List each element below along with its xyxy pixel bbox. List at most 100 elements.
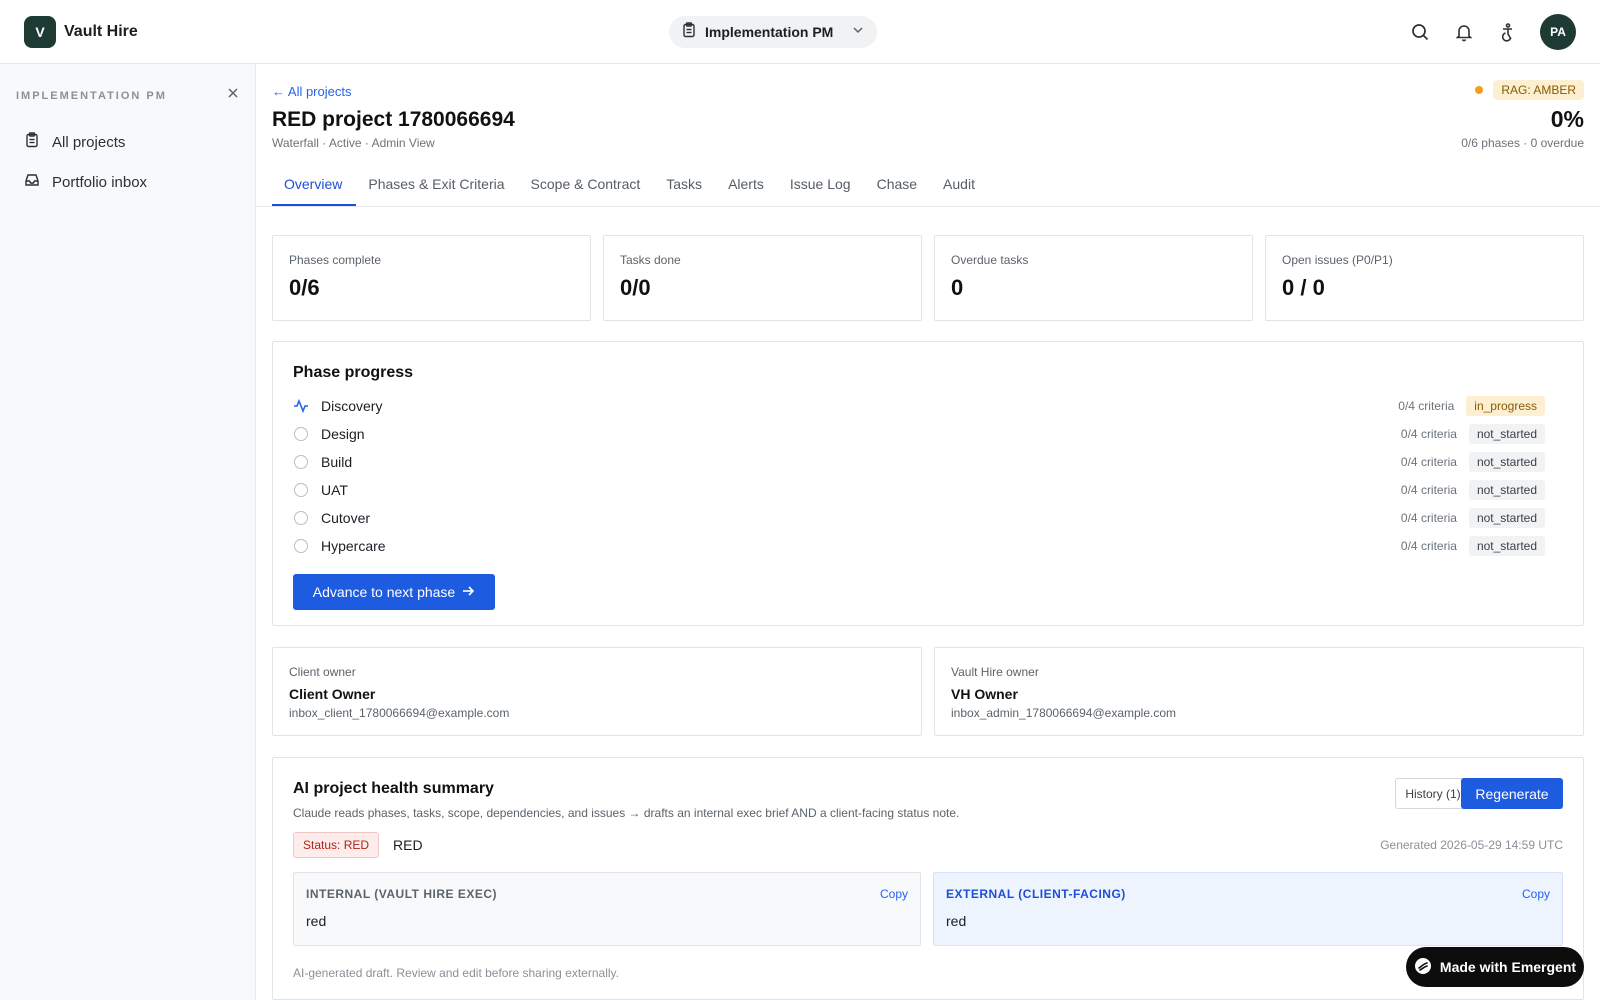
circle-icon <box>293 510 309 526</box>
avatar[interactable]: PA <box>1540 14 1576 50</box>
made-with-emergent-badge[interactable]: Made with Emergent <box>1406 947 1584 987</box>
phase-name: Design <box>321 426 365 442</box>
tab-scope-contract[interactable]: Scope & Contract <box>519 164 655 206</box>
circle-icon <box>293 482 309 498</box>
owner-email: inbox_client_1780066694@example.com <box>289 706 510 720</box>
stat-value: 0 / 0 <box>1282 275 1325 300</box>
status-badge: not_started <box>1468 480 1545 500</box>
stat-value: 0/6 <box>289 275 320 300</box>
status-badge: not_started <box>1468 536 1545 556</box>
stat-value: 0 <box>951 275 964 300</box>
phase-progress-card: Phase progress Discovery 0/4 criteria in… <box>272 341 1584 626</box>
clipboard-icon <box>681 21 697 43</box>
ai-summary-title: AI project health summary <box>293 780 494 797</box>
search-icon[interactable] <box>1408 20 1432 44</box>
stat-label: Open issues (P0/P1) <box>1282 253 1393 267</box>
internal-brief: INTERNAL (VAULT HIRE EXEC) Copy red <box>293 872 921 946</box>
brand-logo: V <box>24 16 56 48</box>
phase-row: Cutover 0/4 criteria not_started <box>293 506 1545 530</box>
accessibility-icon[interactable] <box>1496 20 1520 44</box>
status-badge: in_progress <box>1466 396 1545 416</box>
tab-overview[interactable]: Overview <box>272 164 357 206</box>
history-button[interactable]: History (1) <box>1395 778 1471 809</box>
phase-row: Hypercare 0/4 criteria not_started <box>293 534 1545 558</box>
top-bar: V Vault Hire Implementation PM PA <box>0 0 1600 64</box>
generated-timestamp: Generated 2026-05-29 14:59 UTC <box>1380 838 1563 852</box>
stat-overdue-tasks: Overdue tasks 0 <box>934 235 1253 321</box>
brand-name: Vault Hire <box>64 23 138 40</box>
progress-percent: 0% <box>1550 106 1584 132</box>
phase-criteria: 0/4 criteria <box>1400 511 1457 525</box>
phase-progress-title: Phase progress <box>293 364 414 381</box>
status-text: RED <box>393 837 423 853</box>
status-badge: not_started <box>1468 424 1545 444</box>
main-content: ← All projects RED project 1780066694 Wa… <box>256 64 1600 1000</box>
advance-button-label: Advance to next phase <box>312 584 456 600</box>
circle-icon <box>293 454 309 470</box>
phase-name: Discovery <box>321 398 383 414</box>
sidebar-title: IMPLEMENTATION PM <box>16 89 167 102</box>
tab-issue-log[interactable]: Issue Log <box>778 164 865 206</box>
tab-audit[interactable]: Audit <box>931 164 989 206</box>
arrow-right-icon <box>461 584 475 601</box>
chevron-down-icon <box>851 23 865 42</box>
stat-label: Overdue tasks <box>951 253 1029 267</box>
sidebar-item-label: All projects <box>52 133 126 151</box>
owner-name: VH Owner <box>951 686 1018 702</box>
tab-alerts[interactable]: Alerts <box>716 164 778 206</box>
activity-icon <box>293 398 309 414</box>
phase-row: Design 0/4 criteria not_started <box>293 422 1545 446</box>
vh-owner-card: Vault Hire owner VH Owner inbox_admin_17… <box>934 647 1584 736</box>
phase-name: Cutover <box>321 510 371 526</box>
close-icon[interactable] <box>226 86 240 105</box>
project-meta: Waterfall · Active · Admin View <box>272 136 435 150</box>
progress-summary: 0/6 phases · 0 overdue <box>1461 136 1584 150</box>
circle-icon <box>293 538 309 554</box>
phase-row: UAT 0/4 criteria not_started <box>293 478 1545 502</box>
rag-status: RAG: AMBER <box>1475 80 1584 100</box>
status-badge: Status: RED <box>293 832 380 858</box>
stat-label: Tasks done <box>620 253 681 267</box>
sidebar-item-label: Portfolio inbox <box>52 173 148 191</box>
stat-tasks-done: Tasks done 0/0 <box>603 235 922 321</box>
clipboard-icon <box>24 131 40 153</box>
brief-heading: EXTERNAL (CLIENT-FACING) <box>946 887 1126 901</box>
sidebar-item-all-projects[interactable]: All projects <box>16 124 240 160</box>
bell-icon[interactable] <box>1452 20 1476 44</box>
tab-phases-exit-criteria[interactable]: Phases & Exit Criteria <box>356 164 518 206</box>
phase-name: Hypercare <box>321 538 386 554</box>
advance-phase-button[interactable]: Advance to next phase <box>293 574 495 610</box>
owner-label: Client owner <box>289 665 356 679</box>
inbox-icon <box>24 172 40 193</box>
stat-open-issues: Open issues (P0/P1) 0 / 0 <box>1265 235 1584 321</box>
brief-body: red <box>306 913 327 929</box>
phase-name: Build <box>321 454 353 470</box>
rag-badge: RAG: AMBER <box>1493 80 1584 100</box>
role-label: Implementation PM <box>705 24 834 40</box>
copy-button[interactable]: Copy <box>880 887 908 901</box>
page-title: RED project 1780066694 <box>272 108 515 131</box>
sidebar-item-portfolio-inbox[interactable]: Portfolio inbox <box>16 164 240 200</box>
rag-dot <box>1475 86 1484 94</box>
tab-tasks[interactable]: Tasks <box>654 164 716 206</box>
phase-criteria: 0/4 criteria <box>1400 427 1457 441</box>
tab-chase[interactable]: Chase <box>865 164 931 206</box>
stat-label: Phases complete <box>289 253 382 267</box>
regenerate-button[interactable]: Regenerate <box>1461 778 1563 809</box>
external-brief: EXTERNAL (CLIENT-FACING) Copy red <box>933 872 1563 946</box>
ai-summary-card: AI project health summary Claude reads p… <box>272 757 1584 1000</box>
owner-label: Vault Hire owner <box>951 665 1039 679</box>
tab-bar: Overview Phases & Exit Criteria Scope & … <box>272 164 1584 206</box>
status-badge: not_started <box>1468 508 1545 528</box>
status-badge: not_started <box>1468 452 1545 472</box>
emergent-label: Made with Emergent <box>1439 959 1577 975</box>
stat-phases-complete: Phases complete 0/6 <box>272 235 591 321</box>
back-link[interactable]: ← All projects <box>272 84 351 99</box>
copy-button[interactable]: Copy <box>1522 887 1550 901</box>
stat-value: 0/0 <box>620 275 651 300</box>
brand[interactable]: V Vault Hire <box>24 16 138 48</box>
role-switcher[interactable]: Implementation PM <box>669 16 877 48</box>
phase-row: Discovery 0/4 criteria in_progress <box>293 394 1545 418</box>
circle-icon <box>293 426 309 442</box>
owner-name: Client Owner <box>289 686 376 702</box>
